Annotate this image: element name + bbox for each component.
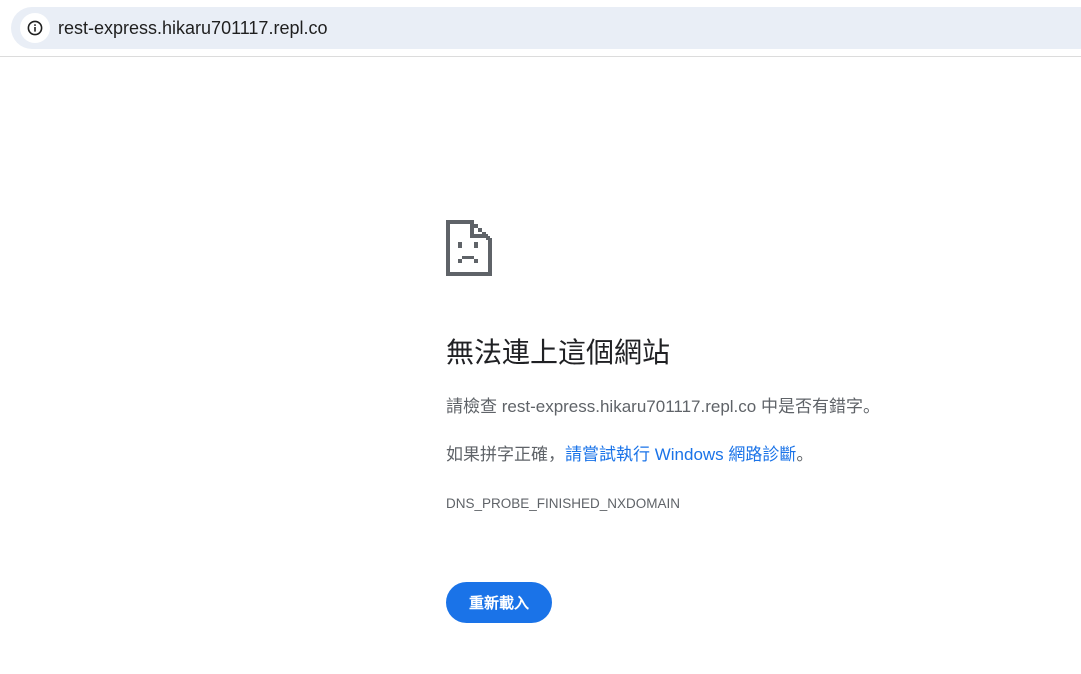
url-text[interactable]: rest-express.hikaru701117.repl.co <box>58 18 327 38</box>
network-diagnostics-link[interactable]: 請嘗試執行 Windows 網路診斷 <box>565 445 796 464</box>
check-prefix: 請檢查 <box>446 397 502 416</box>
sad-document-icon <box>446 220 492 276</box>
spelling-suffix: 。 <box>796 445 814 464</box>
check-suffix: 中是否有錯字。 <box>756 397 880 416</box>
site-info-button[interactable] <box>20 13 50 43</box>
reload-button[interactable]: 重新載入 <box>446 582 552 623</box>
browser-toolbar: rest-express.hikaru701117.repl.co <box>0 0 1081 57</box>
error-code: DNS_PROBE_FINISHED_NXDOMAIN <box>446 496 681 511</box>
check-host: rest-express.hikaru701117.repl.co <box>501 397 757 416</box>
spelling-prefix: 如果拼字正確， <box>446 445 565 464</box>
diagnostics-suggestion: 如果拼字正確，請嘗試執行 Windows 網路診斷。 <box>446 444 813 466</box>
check-spelling-text: 請檢查 rest-express.hikaru701117.repl.co 中是… <box>446 396 880 418</box>
error-title: 無法連上這個網站 <box>446 337 671 368</box>
info-circle-icon <box>27 20 43 36</box>
address-bar[interactable]: rest-express.hikaru701117.repl.co <box>11 7 1081 49</box>
